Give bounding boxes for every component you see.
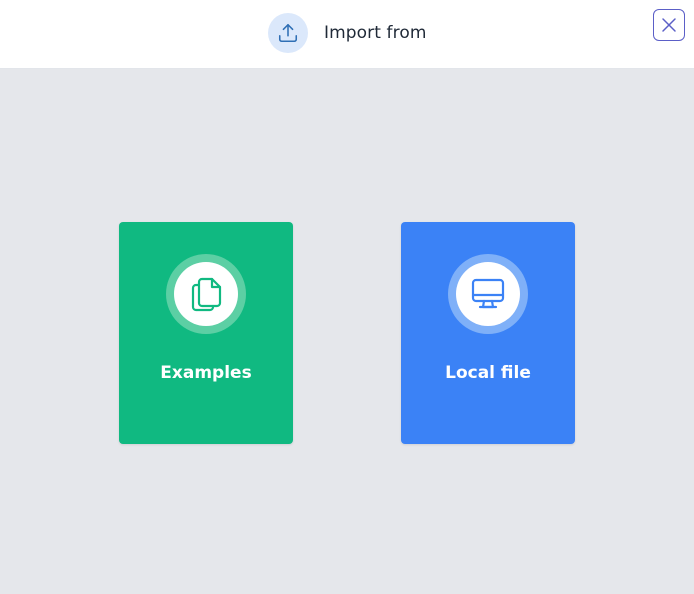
local-file-label: Local file: [445, 363, 531, 383]
close-icon: [662, 18, 676, 32]
examples-label: Examples: [160, 363, 252, 383]
examples-card[interactable]: Examples: [119, 222, 293, 444]
upload-icon: [268, 13, 308, 53]
local-file-card[interactable]: Local file: [401, 222, 575, 444]
import-header: Import from: [0, 0, 694, 69]
monitor-icon: [471, 278, 505, 309]
close-button[interactable]: [653, 9, 685, 41]
documents-icon: [191, 277, 222, 312]
dialog-title: Import from: [324, 23, 427, 43]
local-file-icon-ring: [448, 254, 528, 334]
examples-icon-ring: [166, 254, 246, 334]
